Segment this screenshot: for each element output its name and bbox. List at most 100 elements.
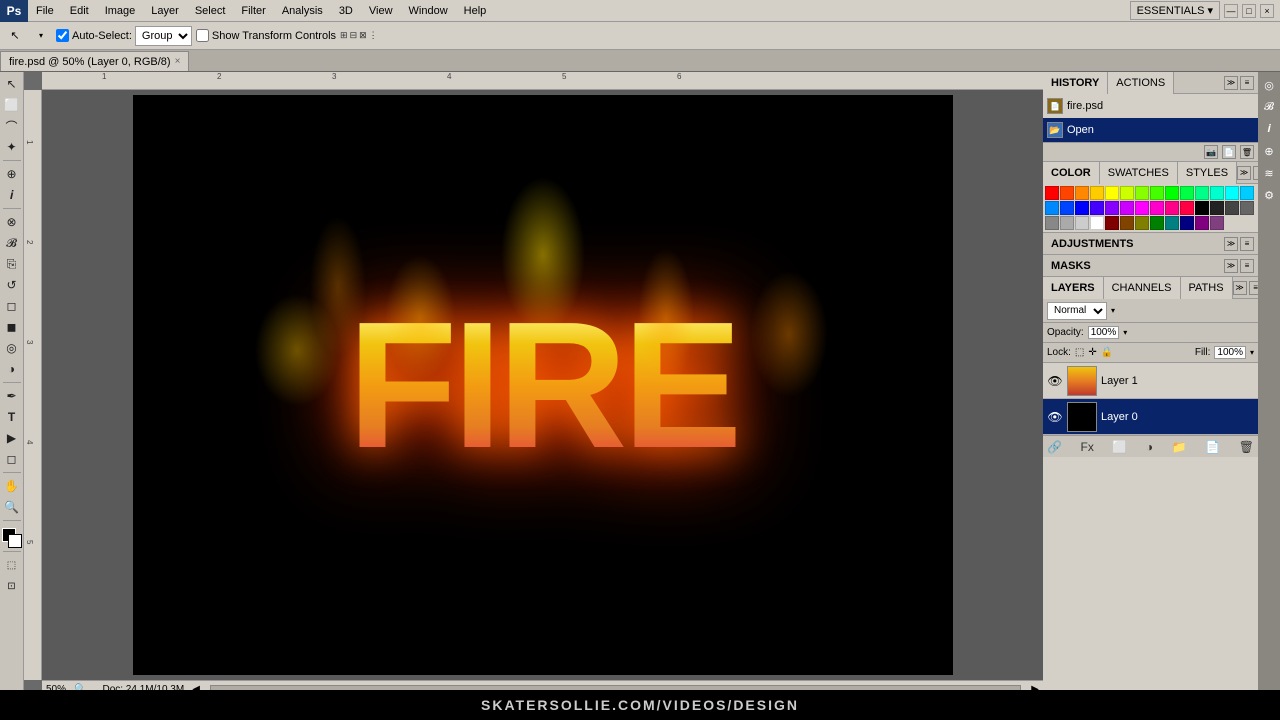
masks-collapse[interactable]: ≫ [1224, 259, 1238, 273]
history-snapshot-btn[interactable]: 📷 [1204, 145, 1218, 159]
history-panel-menu[interactable]: ≡ [1240, 76, 1254, 90]
brush-tool[interactable]: 𝓑 [2, 233, 22, 253]
history-delete-btn[interactable]: 🗑 [1240, 145, 1254, 159]
swatch-color[interactable] [1120, 201, 1134, 215]
restore-button[interactable]: □ [1242, 4, 1256, 18]
masks-menu[interactable]: ≡ [1240, 259, 1254, 273]
document-tab[interactable]: fire.psd @ 50% (Layer 0, RGB/8) × [0, 51, 189, 71]
swatch-color[interactable] [1120, 216, 1134, 230]
auto-select-dropdown[interactable]: Group Layer [135, 26, 192, 46]
swatch-color[interactable] [1240, 201, 1254, 215]
styles-tab[interactable]: STYLES [1178, 162, 1237, 184]
layer-0-visibility[interactable]: 👁 [1047, 409, 1063, 425]
swatch-color[interactable] [1090, 201, 1104, 215]
fill-value[interactable]: 100% [1214, 346, 1246, 359]
swatch-color[interactable] [1105, 216, 1119, 230]
type-tool[interactable]: T [2, 407, 22, 427]
auto-select-checkbox[interactable] [56, 29, 69, 42]
tool-strip-icon[interactable]: ⚙ [1260, 186, 1278, 204]
info-strip-icon[interactable]: 𝒊 [1260, 120, 1278, 138]
adj-collapse[interactable]: ≫ [1224, 237, 1238, 251]
swatch-color[interactable] [1195, 186, 1209, 200]
swatch-color[interactable] [1045, 186, 1059, 200]
swatch-color[interactable] [1150, 201, 1164, 215]
histogram-strip-icon[interactable]: ≋ [1260, 164, 1278, 182]
swatch-color[interactable] [1105, 186, 1119, 200]
pen-tool[interactable]: ✒ [2, 386, 22, 406]
quick-mask-btn[interactable]: ⬚ [2, 555, 22, 575]
tool-option-arrow[interactable]: ▾ [30, 25, 52, 47]
swatches-tab[interactable]: SWATCHES [1100, 162, 1178, 184]
swatch-color[interactable] [1180, 201, 1194, 215]
layer-item-1[interactable]: 👁 Layer 1 [1043, 363, 1258, 399]
layers-tab[interactable]: LAYERS [1043, 277, 1104, 299]
lock-pixels-icon[interactable]: ⬚ [1075, 347, 1084, 358]
lock-all-icon[interactable]: 🔒 [1101, 347, 1113, 358]
blur-tool[interactable]: ◎ [2, 338, 22, 358]
channels-tab[interactable]: CHANNELS [1104, 277, 1181, 299]
swatch-color[interactable] [1195, 216, 1209, 230]
swatch-color[interactable] [1120, 186, 1134, 200]
layer-item-0[interactable]: 👁 Layer 0 [1043, 399, 1258, 435]
swatch-color[interactable] [1060, 186, 1074, 200]
layers-collapse[interactable]: ≫ [1233, 281, 1247, 295]
swatch-color[interactable] [1090, 186, 1104, 200]
tab-close-button[interactable]: × [175, 56, 181, 67]
layer-1-visibility[interactable]: 👁 [1047, 373, 1063, 389]
swatch-color[interactable] [1105, 201, 1119, 215]
menu-layer[interactable]: Layer [143, 3, 187, 19]
menu-view[interactable]: View [361, 3, 401, 19]
swatch-color[interactable] [1165, 186, 1179, 200]
swatch-color[interactable] [1210, 216, 1224, 230]
history-tab[interactable]: HISTORY [1043, 72, 1108, 94]
history-item-1[interactable]: 📄 fire.psd [1043, 94, 1258, 118]
screen-mode-btn[interactable]: ⊡ [2, 576, 22, 596]
hand-tool[interactable]: ✋ [2, 476, 22, 496]
swatch-color[interactable] [1240, 186, 1254, 200]
link-layers-btn[interactable]: 🔗 [1047, 440, 1062, 454]
color-tab[interactable]: COLOR [1043, 162, 1100, 184]
menu-edit[interactable]: Edit [62, 3, 97, 19]
swatch-color[interactable] [1165, 216, 1179, 230]
show-transform-checkbox[interactable] [196, 29, 209, 42]
menu-image[interactable]: Image [97, 3, 144, 19]
background-color[interactable] [8, 534, 22, 548]
marquee-tool[interactable]: ⬜ [2, 95, 22, 115]
align-center-icon[interactable]: ⊟ [350, 30, 358, 41]
history-item-2[interactable]: 📂 Open [1043, 118, 1258, 142]
swatch-color[interactable] [1060, 201, 1074, 215]
swatch-color[interactable] [1150, 216, 1164, 230]
lasso-tool[interactable]: ⌒ [2, 116, 22, 136]
swatch-color[interactable] [1210, 201, 1224, 215]
color-boxes[interactable] [2, 528, 22, 548]
swatch-color[interactable] [1150, 186, 1164, 200]
layer-mask-btn[interactable]: ⬜ [1112, 440, 1127, 454]
color-picker-strip-icon[interactable]: ◎ [1260, 76, 1278, 94]
menu-window[interactable]: Window [401, 3, 456, 19]
swatch-color[interactable] [1180, 186, 1194, 200]
swatch-color[interactable] [1135, 201, 1149, 215]
minimize-button[interactable]: — [1224, 4, 1238, 18]
adjustment-layer-btn[interactable]: ◑ [1146, 440, 1153, 454]
swatch-color[interactable] [1045, 216, 1059, 230]
swatch-color[interactable] [1225, 201, 1239, 215]
nav-strip-icon[interactable]: ⊕ [1260, 142, 1278, 160]
history-panel-collapse[interactable]: ≫ [1224, 76, 1238, 90]
distribute-icon[interactable]: ⋮ [369, 30, 378, 41]
history-new-doc-btn[interactable]: 📄 [1222, 145, 1236, 159]
dodge-tool[interactable]: ◑ [2, 359, 22, 379]
swatch-color[interactable] [1210, 186, 1224, 200]
shape-tool[interactable]: ◻ [2, 449, 22, 469]
crop-tool[interactable]: ⊕ [2, 164, 22, 184]
swatch-color[interactable] [1075, 186, 1089, 200]
close-button[interactable]: × [1260, 4, 1274, 18]
healing-tool[interactable]: ⊗ [2, 212, 22, 232]
swatch-color[interactable] [1090, 216, 1104, 230]
eyedropper-tool[interactable]: 𝒊 [2, 185, 22, 205]
essentials-button[interactable]: ESSENTIALS ▾ [1130, 1, 1220, 20]
actions-tab[interactable]: ACTIONS [1108, 72, 1174, 94]
adj-menu[interactable]: ≡ [1240, 237, 1254, 251]
swatch-color[interactable] [1060, 216, 1074, 230]
swatch-color[interactable] [1075, 216, 1089, 230]
swatch-color[interactable] [1225, 186, 1239, 200]
